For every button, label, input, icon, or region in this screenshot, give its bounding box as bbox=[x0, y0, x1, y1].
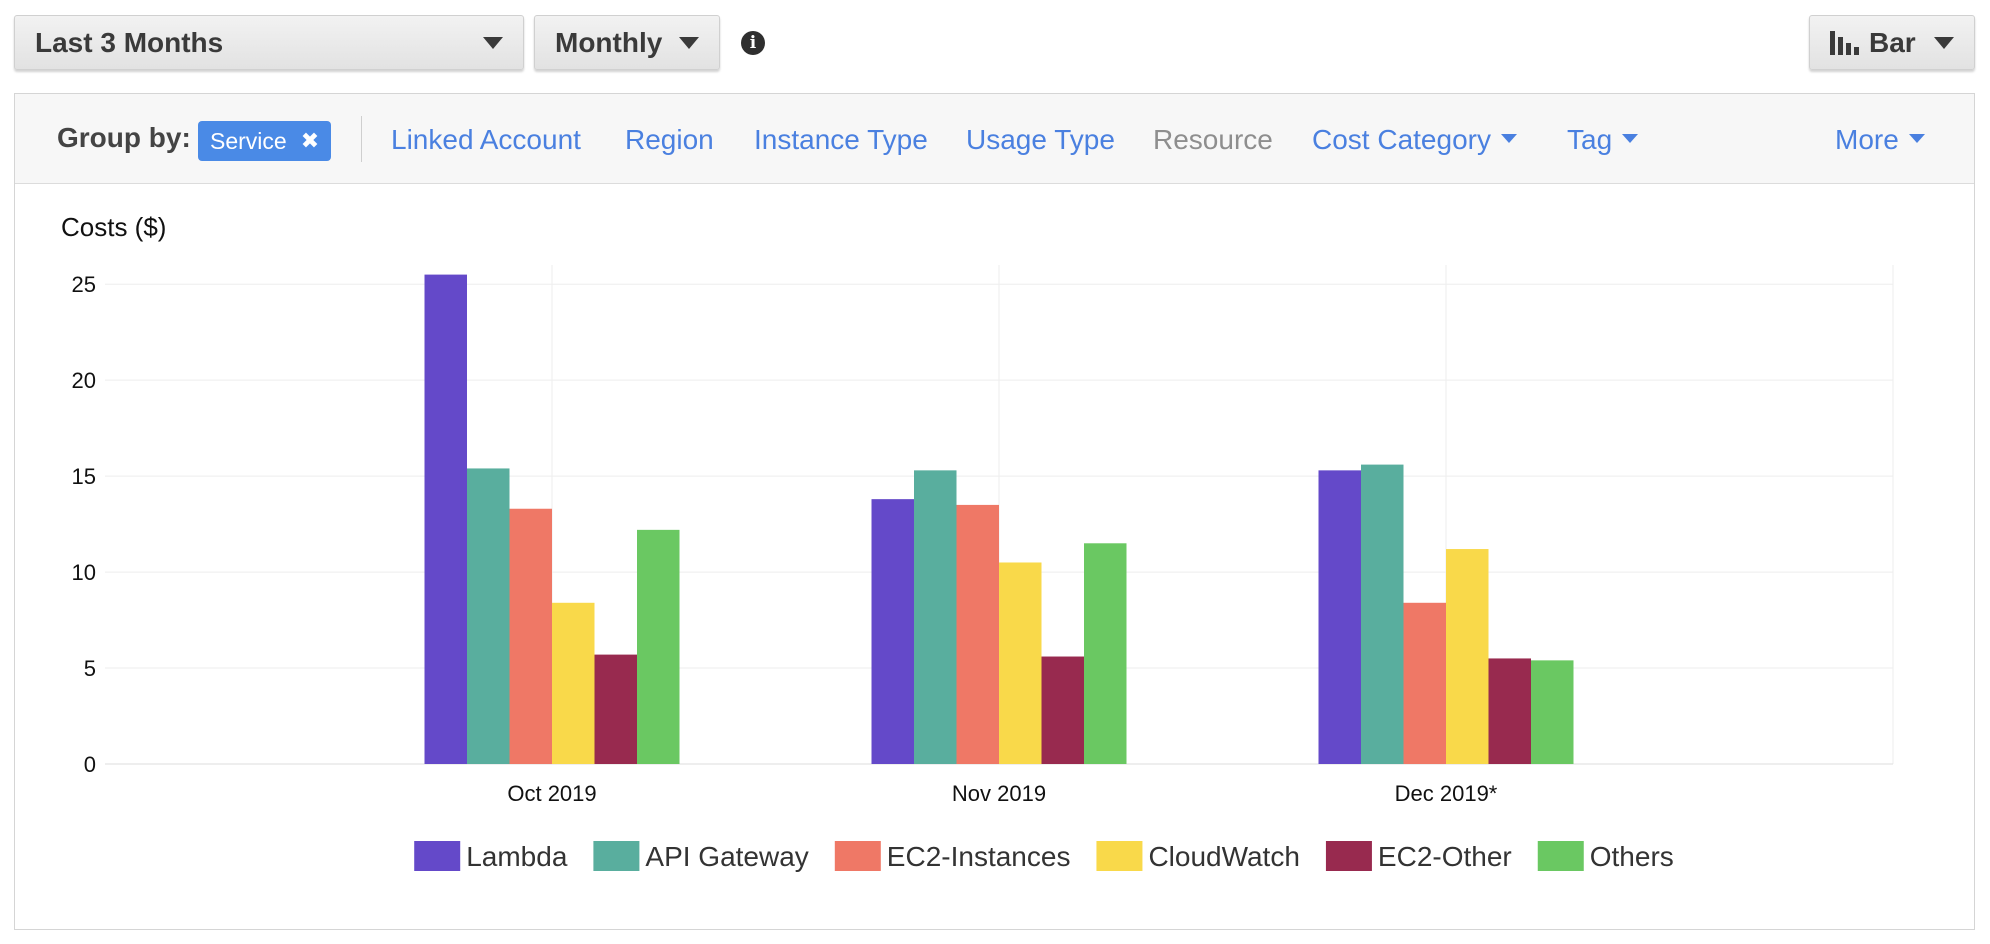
legend-label-others[interactable]: Others bbox=[1590, 841, 1674, 872]
chart-legend: Lambda API Gateway EC2-Instances CloudWatch… bbox=[414, 841, 1674, 872]
legend-swatch-api-gateway[interactable] bbox=[593, 841, 640, 871]
bar-ec2-other-2[interactable] bbox=[1488, 658, 1532, 764]
y-axis-title: Costs ($) bbox=[61, 212, 166, 242]
legend-label-ec2-other[interactable]: EC2-Other bbox=[1378, 841, 1512, 872]
x-axis-ticks: Oct 2019 Nov 2019 Dec 2019* bbox=[507, 781, 1497, 806]
bar-ec2-other-1[interactable] bbox=[1041, 656, 1085, 764]
y-tick-label: 5 bbox=[84, 656, 96, 681]
bar-ec2-instances-1[interactable] bbox=[956, 504, 1000, 764]
bar-ec2-other-0[interactable] bbox=[594, 654, 638, 764]
y-axis-ticks: 0 5 10 15 20 25 bbox=[72, 272, 96, 777]
bar-api-gateway-2[interactable] bbox=[1361, 464, 1404, 764]
x-tick-label: Oct 2019 bbox=[507, 781, 596, 806]
legend-swatch-cloudwatch[interactable] bbox=[1096, 841, 1143, 871]
bar-ec2-instances-2[interactable] bbox=[1403, 602, 1447, 764]
y-tick-label: 15 bbox=[72, 464, 96, 489]
bar-lambda-2[interactable] bbox=[1318, 470, 1362, 764]
legend-swatch-ec2-other[interactable] bbox=[1325, 841, 1372, 871]
x-tick-label: Nov 2019 bbox=[952, 781, 1046, 806]
y-tick-label: 20 bbox=[72, 368, 96, 393]
cost-bar-chart: Costs ($) 0 5 10 15 20 25 Oct 2019 Nov 2019 Dec… bbox=[61, 212, 1894, 872]
x-tick-label: Dec 2019* bbox=[1395, 781, 1498, 806]
legend-swatch-others[interactable] bbox=[1537, 841, 1584, 871]
bar-lambda-1[interactable] bbox=[871, 499, 915, 764]
y-tick-label: 10 bbox=[72, 560, 96, 585]
y-tick-label: 0 bbox=[84, 752, 96, 777]
y-tick-label: 25 bbox=[72, 272, 96, 297]
bar-api-gateway-0[interactable] bbox=[467, 468, 510, 764]
legend-label-ec2-instances[interactable]: EC2-Instances bbox=[887, 841, 1071, 872]
legend-swatch-ec2-instances[interactable] bbox=[834, 841, 881, 871]
bar-cloudwatch-0[interactable] bbox=[552, 602, 595, 764]
legend-swatch-lambda[interactable] bbox=[414, 841, 461, 871]
bar-lambda-0[interactable] bbox=[424, 274, 468, 764]
bar-others-1[interactable] bbox=[1084, 543, 1127, 764]
bar-api-gateway-1[interactable] bbox=[914, 470, 957, 764]
legend-label-api-gateway[interactable]: API Gateway bbox=[645, 841, 808, 872]
bar-others-2[interactable] bbox=[1531, 660, 1574, 764]
legend-label-lambda[interactable]: Lambda bbox=[466, 841, 568, 872]
bar-cloudwatch-2[interactable] bbox=[1446, 549, 1489, 764]
bar-others-0[interactable] bbox=[637, 529, 680, 764]
bar-cloudwatch-1[interactable] bbox=[999, 562, 1042, 764]
bar-ec2-instances-0[interactable] bbox=[509, 508, 553, 764]
legend-label-cloudwatch[interactable]: CloudWatch bbox=[1148, 841, 1299, 872]
